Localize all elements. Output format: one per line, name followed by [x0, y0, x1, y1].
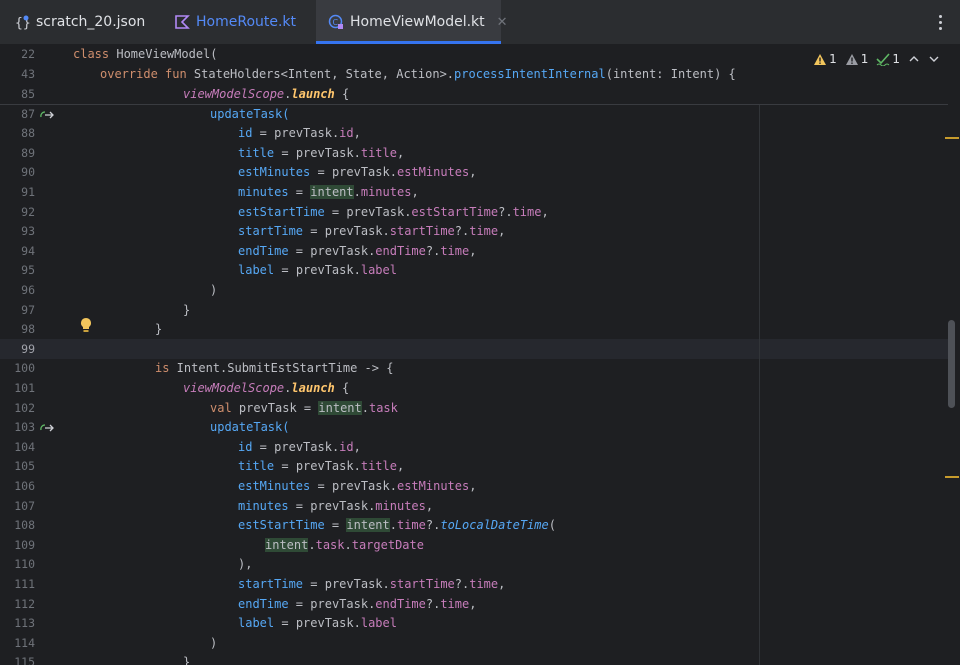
line-number: 95 — [21, 263, 35, 277]
code-line: updateTask( — [210, 420, 290, 434]
tab-label: HomeRoute.kt — [196, 14, 297, 30]
code-line: id = prevTask.id, — [238, 126, 361, 140]
line-number: 115 — [14, 655, 35, 665]
line-number: 102 — [14, 401, 35, 415]
editor-tab-bar: {} scratch_20.json HomeRoute.kt C HomeVi… — [0, 0, 960, 45]
code-line: minutes = intent.minutes, — [238, 185, 419, 199]
line-number: 98 — [21, 322, 35, 336]
weak-warning-icon — [845, 53, 858, 65]
inspection-widget[interactable]: 1 1 1 — [813, 50, 940, 68]
tab-label: scratch_20.json — [36, 14, 146, 30]
code-line: viewModelScope.launch { — [183, 381, 350, 395]
sticky-line-launch[interactable]: viewModelScope.launch { — [183, 84, 349, 104]
line-number: 114 — [14, 636, 35, 650]
tab-label: HomeViewModel.kt — [350, 14, 485, 30]
line-number: 103 — [14, 420, 35, 434]
line-number: 89 — [21, 146, 35, 160]
close-tab-icon[interactable]: ✕ — [497, 15, 508, 30]
code-line: estMinutes = prevTask.estMinutes, — [238, 479, 477, 493]
code-line: endTime = prevTask.endTime?.time, — [238, 597, 477, 611]
code-line: minutes = prevTask.minutes, — [238, 499, 434, 513]
warning-stripe-marker[interactable] — [945, 137, 959, 139]
line-number: 112 — [14, 597, 35, 611]
line-number: 110 — [14, 557, 35, 571]
warning-icon — [814, 53, 827, 65]
code-line: endTime = prevTask.endTime?.time, — [238, 244, 477, 258]
code-line: ) — [210, 636, 218, 650]
tab-scratch-json[interactable]: {} scratch_20.json — [8, 0, 153, 44]
line-number: 97 — [21, 303, 35, 317]
line-number: 99 — [21, 342, 35, 356]
code-line: title = prevTask.title, — [238, 146, 405, 160]
code-line: estStartTime = prevTask.estStartTime?.ti… — [238, 205, 549, 219]
line-number: 91 — [21, 185, 35, 199]
tab-home-route[interactable]: HomeRoute.kt — [168, 0, 304, 44]
line-number: 108 — [14, 518, 35, 532]
weak-warnings-indicator[interactable]: 1 — [845, 52, 868, 66]
vertical-scrollbar-thumb[interactable] — [948, 320, 955, 408]
code-line: id = prevTask.id, — [238, 440, 361, 454]
typos-indicator[interactable]: 1 — [876, 52, 900, 66]
line-number: 104 — [14, 440, 35, 454]
tab-home-viewmodel[interactable]: C HomeViewModel.kt ✕ — [316, 0, 508, 44]
code-line: val prevTask = intent.task — [210, 401, 398, 415]
line-number: 92 — [21, 205, 35, 219]
line-number: 96 — [21, 283, 35, 297]
line-number: 85 — [21, 87, 35, 101]
svg-text:C: C — [333, 18, 339, 27]
current-line-highlight — [0, 339, 948, 359]
line-number: 106 — [14, 479, 35, 493]
ide-window: {} scratch_20.json HomeRoute.kt C HomeVi… — [0, 0, 960, 665]
line-number: 93 — [21, 224, 35, 238]
chevron-down-icon[interactable] — [928, 53, 940, 65]
code-line: ) — [210, 283, 218, 297]
sticky-line-function[interactable]: override fun StateHolders<Intent, State,… — [100, 64, 736, 84]
code-line: ), — [238, 557, 253, 571]
recursive-call-icon[interactable] — [40, 420, 54, 434]
line-number: 109 — [14, 538, 35, 552]
json-file-icon: {} — [14, 14, 30, 30]
code-line: } — [183, 303, 191, 317]
code-line: label = prevTask.label — [238, 616, 397, 630]
sticky-scroll-header: 22 43 85 class HomeViewModel( override f… — [0, 44, 948, 105]
line-number: 101 — [14, 381, 35, 395]
line-number: 105 — [14, 459, 35, 473]
code-line: startTime = prevTask.startTime?.time, — [238, 224, 506, 238]
right-margin-guide — [759, 104, 760, 665]
code-line: title = prevTask.title, — [238, 459, 405, 473]
code-line: estStartTime = intent.time?.toLocalDateT… — [238, 518, 556, 532]
code-line: updateTask( — [210, 107, 290, 121]
line-number: 100 — [14, 361, 35, 375]
kotlin-file-icon — [174, 14, 190, 30]
sticky-line-class[interactable]: class HomeViewModel( — [73, 44, 218, 64]
line-number: 94 — [21, 244, 35, 258]
kotlin-class-icon: C — [328, 14, 344, 30]
warning-stripe-marker[interactable] — [945, 476, 959, 478]
chevron-up-icon[interactable] — [908, 53, 920, 65]
line-number: 22 — [21, 47, 35, 61]
typo-check-icon — [876, 52, 890, 66]
code-line: startTime = prevTask.startTime?.time, — [238, 577, 506, 591]
line-number: 111 — [14, 577, 35, 591]
warnings-indicator[interactable]: 1 — [813, 52, 837, 66]
code-line: estMinutes = prevTask.estMinutes, — [238, 165, 477, 179]
code-editor[interactable]: 87 88 89 90 91 92 93 94 95 96 97 98 99 1… — [0, 44, 960, 665]
line-number: 43 — [21, 67, 35, 81]
code-line: } — [155, 322, 163, 336]
line-number: 113 — [14, 616, 35, 630]
code-line: is Intent.SubmitEstStartTime -> { — [155, 361, 394, 375]
more-options-icon[interactable] — [932, 12, 948, 32]
line-number: 107 — [14, 499, 35, 513]
code-line: } — [183, 655, 191, 665]
line-number: 87 — [21, 107, 35, 121]
recursive-call-icon[interactable] — [40, 107, 54, 121]
code-line: intent.task.targetDate — [265, 538, 424, 552]
line-number: 90 — [21, 165, 35, 179]
code-line: label = prevTask.label — [238, 263, 397, 277]
line-number: 88 — [21, 126, 35, 140]
lightbulb-icon[interactable] — [79, 317, 93, 333]
